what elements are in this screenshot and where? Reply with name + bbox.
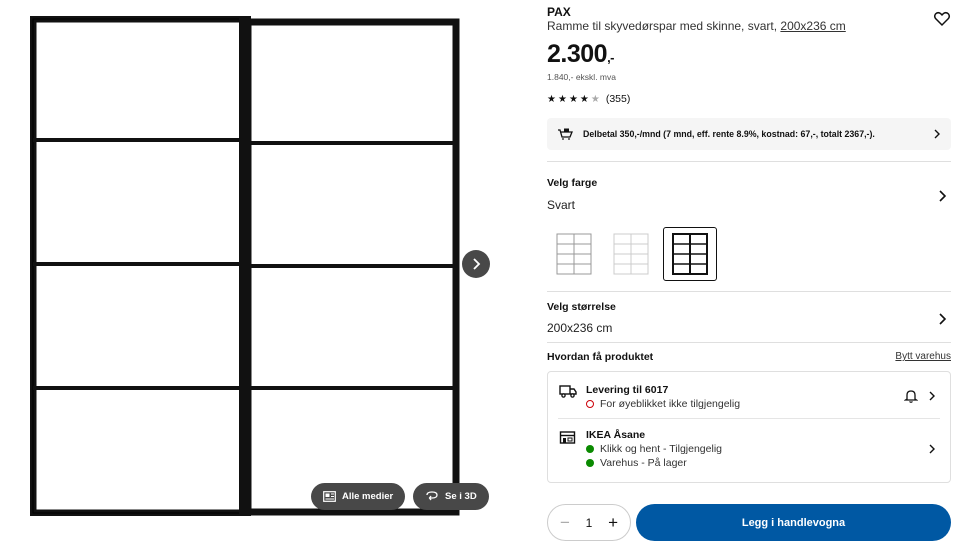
decrease-quantity-button[interactable]: − <box>560 514 570 531</box>
color-value: Svart <box>547 198 576 212</box>
divider <box>547 342 951 343</box>
click-collect-text: Klikk og hent - Tilgjengelig <box>600 443 722 455</box>
installment-banner[interactable]: Delbetal 350,-/mnd (7 mnd, eff. rente 8.… <box>547 118 951 150</box>
gallery-icon <box>323 491 336 502</box>
product-brand: PAX <box>547 5 571 19</box>
delivery-title: Levering til 6017 <box>586 384 669 396</box>
click-collect-status: Klikk og hent - Tilgjengelig <box>586 443 722 455</box>
stock-text: Varehus - På lager <box>600 457 687 469</box>
chevron-right-icon[interactable] <box>937 313 947 325</box>
installment-text: Delbetal 350,-/mnd (7 mnd, eff. rente 8.… <box>583 129 875 139</box>
change-store-link[interactable]: Bytt varehus <box>895 351 951 362</box>
color-label: Velg farge <box>547 177 598 189</box>
divider <box>558 418 940 419</box>
chevron-right-icon <box>473 258 481 270</box>
star-icon: ★ <box>557 93 567 105</box>
swatch-white[interactable] <box>547 227 601 281</box>
rating-stars: ★ ★ ★ ★ ★ <box>547 94 600 105</box>
availability-box: Levering til 6017 For øyeblikket ikke ti… <box>547 371 951 483</box>
chevron-right-icon[interactable] <box>928 444 936 454</box>
delivery-status-text: For øyeblikket ikke tilgjengelig <box>600 398 741 410</box>
star-icon: ★ <box>579 93 589 105</box>
price-suffix: ,- <box>607 50 615 65</box>
product-description: Ramme til skyvedørspar med skinne, svart… <box>547 19 846 33</box>
cart-payment-icon <box>558 128 573 140</box>
swatch-light[interactable] <box>604 227 658 281</box>
product-image[interactable] <box>30 16 460 516</box>
size-value: 200x236 cm <box>547 321 613 335</box>
door-frame-thumbnail <box>613 233 649 275</box>
add-to-cart-button[interactable]: Legg i handlevogna <box>636 504 951 541</box>
truck-icon <box>559 385 577 398</box>
media-gallery: Alle medier Se i 3D <box>0 0 510 543</box>
how-to-get-label: Hvordan få produktet <box>547 351 654 363</box>
rotate-3d-icon <box>426 491 438 501</box>
quantity-value: 1 <box>585 515 593 530</box>
bell-icon[interactable] <box>904 389 918 403</box>
size-label: Velg størrelse <box>547 301 616 313</box>
next-image-button[interactable] <box>462 250 490 278</box>
rating[interactable]: ★ ★ ★ ★ ★ (355) <box>547 93 630 105</box>
unavailable-indicator <box>586 400 594 408</box>
available-indicator <box>586 459 594 467</box>
half-star-icon: ★ <box>590 93 600 105</box>
increase-quantity-button[interactable]: + <box>608 514 618 531</box>
store-title: IKEA Åsane <box>586 429 646 441</box>
chevron-right-icon[interactable] <box>937 190 947 202</box>
heart-icon[interactable] <box>933 10 951 28</box>
door-frame-thumbnail <box>556 233 592 275</box>
store-icon <box>559 431 576 444</box>
divider <box>547 161 951 162</box>
view-3d-label: Se i 3D <box>445 491 477 502</box>
view-3d-button[interactable]: Se i 3D <box>413 483 489 510</box>
divider <box>547 291 951 292</box>
delivery-status: For øyeblikket ikke tilgjengelig <box>586 398 740 410</box>
quantity-stepper: − 1 + <box>547 504 631 541</box>
all-media-button[interactable]: Alle medier <box>311 483 406 510</box>
price-excl-vat: 1.840,- ekskl. mva <box>547 72 616 82</box>
all-media-label: Alle medier <box>342 491 394 502</box>
product-price: 2.300,- <box>547 40 615 69</box>
star-icon: ★ <box>568 93 578 105</box>
star-icon: ★ <box>547 93 556 105</box>
rating-count: (355) <box>605 93 631 105</box>
chevron-right-icon <box>934 129 940 139</box>
available-indicator <box>586 445 594 453</box>
chevron-right-icon[interactable] <box>928 391 936 401</box>
swatch-black[interactable] <box>663 227 717 281</box>
description-text: Ramme til skyvedørspar med skinne, svart… <box>547 19 778 33</box>
price-main: 2.300 <box>547 40 608 68</box>
door-frame-thumbnail <box>672 233 708 275</box>
size-link[interactable]: 200x236 cm <box>780 19 845 33</box>
stock-status: Varehus - På lager <box>586 457 687 469</box>
